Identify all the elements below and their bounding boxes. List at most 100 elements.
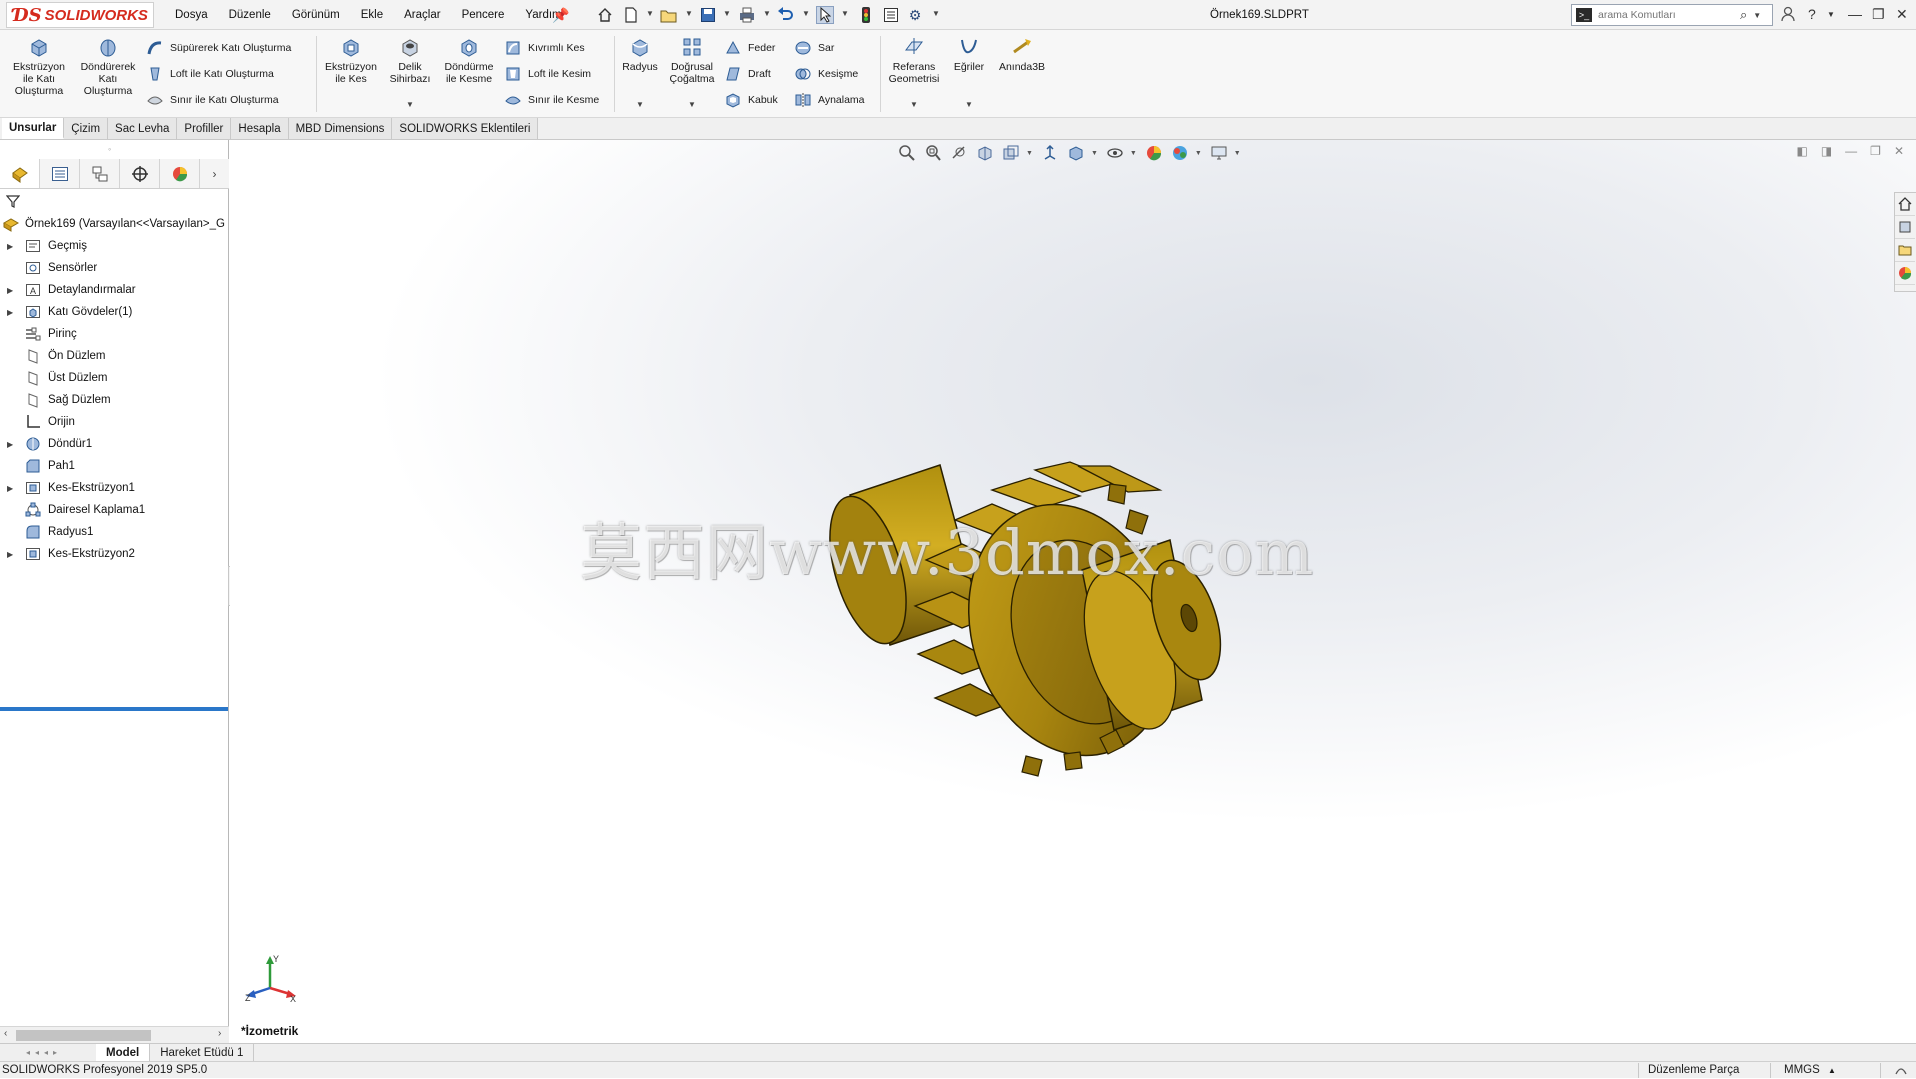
help-dropdown-icon[interactable]: ▼: [1827, 10, 1835, 19]
menu-window[interactable]: Pencere: [462, 9, 505, 21]
open-dropdown-icon[interactable]: ▼: [685, 9, 693, 18]
section-view-icon[interactable]: [974, 143, 996, 163]
zoom-to-fit-icon[interactable]: [896, 143, 918, 163]
open-folder-icon[interactable]: [660, 6, 678, 24]
loft-cut-button[interactable]: Loft ile Kesim: [504, 65, 591, 83]
filter-icon[interactable]: [5, 194, 21, 211]
command-search-box[interactable]: >_ ⌕ ▼: [1571, 4, 1773, 26]
print-dropdown-icon[interactable]: ▼: [763, 9, 771, 18]
feature-tree-item[interactable]: ▶ Döndür1: [0, 433, 229, 455]
graphics-area[interactable]: ▼ ▼ ▼ ▼ ▼ ◧ ◨ — ❐ ✕ 莫西网www.3dmox.com Z X…: [230, 140, 1916, 1043]
search-icon[interactable]: ⌕: [1740, 7, 1747, 23]
expand-arrow-icon[interactable]: ▶: [7, 440, 13, 449]
mirror-button[interactable]: Aynalama: [794, 91, 865, 109]
menu-view[interactable]: Görünüm: [292, 9, 340, 21]
select-cursor-icon[interactable]: [816, 6, 834, 24]
display-style-icon[interactable]: [1065, 143, 1087, 163]
view-settings-dropdown-icon[interactable]: ▼: [1234, 150, 1241, 157]
viewport-expand-left-icon[interactable]: ◧: [1796, 144, 1807, 158]
featuremanager-tab-icon[interactable]: [0, 159, 40, 188]
menu-file[interactable]: Dosya: [175, 9, 208, 21]
help-icon[interactable]: ?: [1808, 6, 1816, 22]
revolve-cut-button[interactable]: Döndürme ile Kesme: [438, 36, 500, 85]
save-icon[interactable]: [699, 6, 717, 24]
feature-tree-item[interactable]: ▶ Kes-Ekstrüzyon2: [0, 543, 229, 565]
zoom-to-area-icon[interactable]: [922, 143, 944, 163]
feature-tree-item[interactable]: ▶ Katı Gövdeler(1): [0, 301, 229, 323]
dynamic-annotation-view-icon[interactable]: [1000, 143, 1022, 163]
feature-tree-item[interactable]: Sensörler: [0, 257, 229, 279]
boundary-boss-button[interactable]: Sınır ile Katı Oluşturma: [146, 91, 279, 109]
edit-appearance-icon[interactable]: [1143, 143, 1165, 163]
boundary-cut-button[interactable]: Sınır ile Kesme: [504, 91, 599, 109]
feature-tree-item[interactable]: Radyus1: [0, 521, 229, 543]
restore-icon[interactable]: ❐: [1872, 6, 1885, 23]
extrude-boss-button[interactable]: Ekstrüzyon ile Katı Oluşturma: [6, 36, 72, 97]
menu-edit[interactable]: Düzenle: [229, 9, 271, 21]
tab-sketch[interactable]: Çizim: [64, 118, 109, 139]
feature-tree-item[interactable]: Üst Düzlem: [0, 367, 229, 389]
tab-motion-study-1[interactable]: Hareket Etüdü 1: [150, 1044, 255, 1061]
shell-button[interactable]: Kabuk: [724, 91, 778, 109]
feature-tree-item[interactable]: Ön Düzlem: [0, 345, 229, 367]
minimize-icon[interactable]: —: [1848, 6, 1862, 22]
traffic-light-icon[interactable]: [857, 6, 875, 24]
view-settings-monitor-icon[interactable]: [1208, 143, 1230, 163]
unit-system[interactable]: MMGS: [1784, 1064, 1820, 1076]
draft-button[interactable]: Draft: [724, 65, 771, 83]
expand-arrow-icon[interactable]: ▶: [7, 484, 13, 493]
expand-arrow-icon[interactable]: ▶: [7, 286, 13, 295]
hide-show-items-icon[interactable]: [1104, 143, 1126, 163]
feature-tree-item[interactable]: Pirinç: [0, 323, 229, 345]
undo-icon[interactable]: [777, 6, 795, 24]
scene-dropdown-icon[interactable]: ▼: [1195, 150, 1202, 157]
undo-dropdown-icon[interactable]: ▼: [802, 9, 810, 18]
tab-weldments[interactable]: Profiller: [177, 118, 232, 139]
extrude-cut-button[interactable]: Ekstrüzyon ile Kes: [320, 36, 382, 85]
user-icon[interactable]: [1781, 6, 1795, 25]
swept-boss-button[interactable]: Süpürerek Katı Oluşturma: [146, 39, 291, 57]
previous-view-icon[interactable]: [948, 143, 970, 163]
rebuild-status-icon[interactable]: [1894, 1064, 1908, 1079]
scrollbar-thumb[interactable]: [16, 1030, 151, 1041]
wrap-button[interactable]: Sar: [794, 39, 834, 57]
instant3d-button[interactable]: Anında3B: [994, 36, 1050, 73]
rib-button[interactable]: Feder: [724, 39, 775, 57]
configurationmanager-tab-icon[interactable]: [80, 159, 120, 188]
tab-evaluate[interactable]: Hesapla: [231, 118, 289, 139]
solidworks-logo[interactable]: ƊS SOLIDWORKS: [6, 2, 154, 28]
fillet-dropdown-icon[interactable]: ▼: [636, 100, 644, 109]
fillet-button[interactable]: Radyus: [616, 36, 664, 73]
displaymanager-tab-icon[interactable]: [160, 159, 200, 188]
menu-insert[interactable]: Ekle: [361, 9, 383, 21]
feature-tree-item[interactable]: ▶ Kes-Ekstrüzyon1: [0, 477, 229, 499]
more-tabs-chevron-icon[interactable]: ›: [200, 159, 229, 188]
rollback-bar[interactable]: [0, 707, 228, 711]
feature-tree-item[interactable]: ▶ A Detaylandırmalar: [0, 279, 229, 301]
feature-tree-item[interactable]: Sağ Düzlem: [0, 389, 229, 411]
search-input[interactable]: [1598, 9, 1738, 21]
unit-system-dropdown-icon[interactable]: ▲: [1828, 1066, 1836, 1075]
menu-tools[interactable]: Araçlar: [404, 9, 440, 21]
view-orientation-icon[interactable]: [1039, 143, 1061, 163]
file-explorer-icon[interactable]: [1895, 239, 1915, 262]
tab-model[interactable]: Model: [96, 1044, 151, 1061]
save-dropdown-icon[interactable]: ▼: [723, 9, 731, 18]
hide-show-dropdown-icon[interactable]: ▼: [1130, 150, 1137, 157]
propertymanager-tab-icon[interactable]: [40, 159, 80, 188]
solidworks-resources-home-icon[interactable]: [1895, 193, 1915, 216]
hole-wizard-dropdown-icon[interactable]: ▼: [406, 100, 414, 109]
design-library-icon[interactable]: [1895, 216, 1915, 239]
linear-pattern-dropdown-icon[interactable]: ▼: [688, 100, 696, 109]
hole-wizard-button[interactable]: Delik Sihirbazı: [384, 36, 436, 85]
feature-tree-item[interactable]: Orijin: [0, 411, 229, 433]
swept-cut-button[interactable]: Kıvrımlı Kes: [504, 39, 585, 57]
horizontal-scrollbar[interactable]: ‹ ›: [0, 1026, 229, 1043]
home-icon[interactable]: [596, 6, 614, 24]
feature-tree-item[interactable]: Dairesel Kaplama1: [0, 499, 229, 521]
print-icon[interactable]: [738, 6, 756, 24]
dimxpert-tab-icon[interactable]: [120, 159, 160, 188]
reference-geometry-button[interactable]: Referans Geometrisi: [882, 36, 946, 85]
expand-arrow-icon[interactable]: ▶: [7, 308, 13, 317]
scroll-left-icon[interactable]: ‹: [4, 1028, 7, 1039]
